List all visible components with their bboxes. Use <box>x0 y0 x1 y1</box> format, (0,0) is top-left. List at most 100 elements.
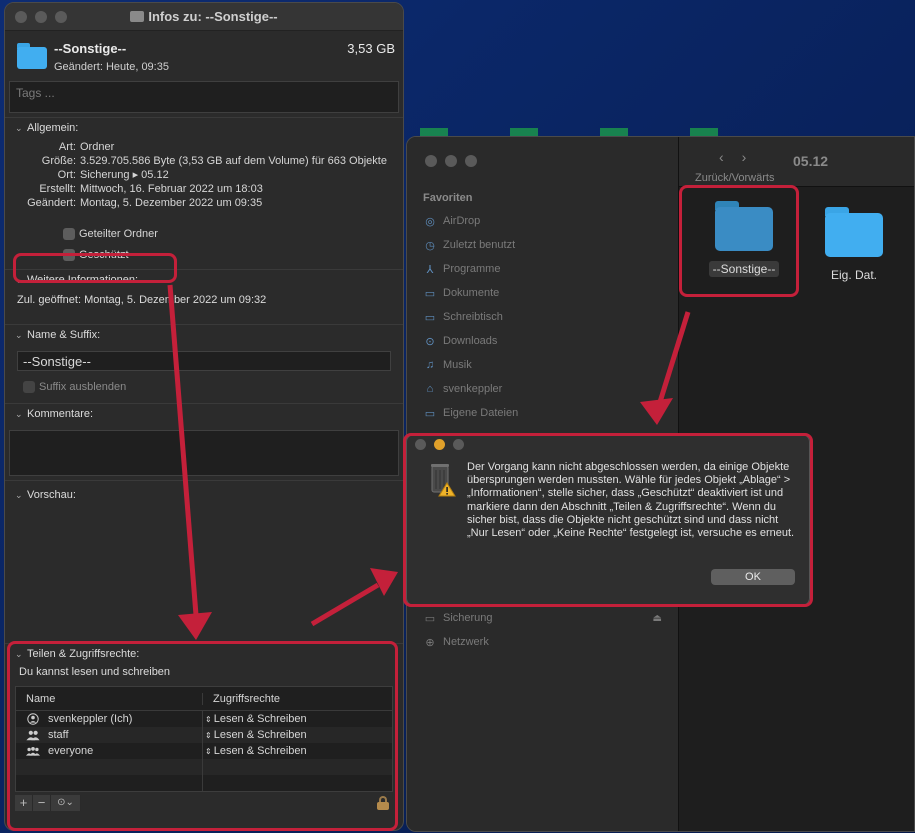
zoom-button[interactable] <box>453 438 464 450</box>
sidebar-item-label: Zuletzt benutzt <box>443 239 516 251</box>
table-header: Name Zugriffsrechte <box>16 687 392 711</box>
stepper-icon[interactable]: ⇕ <box>205 731 212 740</box>
minimize-button[interactable] <box>445 155 457 167</box>
created-value: Mittwoch, 16. Februar 2022 um 18:03 <box>80 183 263 195</box>
name-field[interactable]: --Sonstige-- <box>17 351 391 371</box>
section-name-ext-heading: Name & Suffix: <box>27 329 101 341</box>
chevron-down-icon: ⌄ <box>15 122 23 133</box>
where-value: Sicherung ▸ 05.12 <box>80 169 169 181</box>
kind-value: Ordner <box>80 141 115 153</box>
checkbox[interactable] <box>63 228 75 240</box>
table-row[interactable]: svenkeppler (Ich) ⇕ Lesen & Schreiben <box>16 711 392 727</box>
lock-icon[interactable] <box>377 796 389 810</box>
apps-icon: ⅄ <box>426 263 434 276</box>
info-window: Infos zu: --Sonstige-- --Sonstige-- Geän… <box>4 2 404 831</box>
group-name: everyone <box>48 745 94 757</box>
tags-input[interactable]: Tags ... <box>9 81 399 113</box>
sidebar-item-network[interactable]: ⊕ Netzwerk <box>423 630 493 654</box>
privilege-value[interactable]: Lesen & Schreiben <box>214 713 307 725</box>
section-general[interactable]: ⌄ Allgemein: <box>5 118 403 138</box>
item-name: --Sonstige-- <box>54 41 127 56</box>
close-button[interactable] <box>425 155 437 167</box>
comments-input[interactable] <box>9 430 399 476</box>
sidebar-item-documents[interactable]: ▭ Dokumente <box>423 281 518 305</box>
section-sharing[interactable]: ⌄ Teilen & Zugriffsrechte: <box>5 644 403 664</box>
favorites-heading: Favoriten <box>423 192 473 204</box>
chevron-down-icon: ⌄ <box>15 648 23 659</box>
chevron-down-icon: ⌄ <box>15 408 23 419</box>
item-size: 3,53 GB <box>347 41 395 56</box>
zoom-button[interactable] <box>465 155 477 167</box>
folder-item[interactable]: Eig. Dat. <box>799 207 909 283</box>
clock-icon: ◷ <box>425 239 435 252</box>
privilege-value[interactable]: Lesen & Schreiben <box>214 729 307 741</box>
minimize-button[interactable] <box>434 438 445 450</box>
sidebar-item-recents[interactable]: ◷ Zuletzt benutzt <box>423 233 518 257</box>
folder-icon <box>17 43 47 69</box>
folder-item-selected[interactable]: --Sonstige-- <box>689 201 799 277</box>
where-label: Ort: <box>57 169 76 181</box>
trash-warning-icon <box>427 461 457 497</box>
section-preview[interactable]: ⌄ Vorschau: <box>5 485 403 505</box>
close-button[interactable] <box>415 438 426 450</box>
group-name: staff <box>48 729 69 741</box>
shared-folder-checkbox[interactable]: Geteilter Ordner <box>5 224 403 244</box>
sidebar-item-label: Programme <box>443 263 501 275</box>
user-icon <box>26 713 40 725</box>
airdrop-icon: ◎ <box>425 215 435 228</box>
table-row[interactable]: staff ⇕ Lesen & Schreiben <box>16 727 392 743</box>
section-more-info[interactable]: ⌄ Weitere Informationen: <box>5 270 403 290</box>
sidebar-item-label: Schreibtisch <box>443 311 503 323</box>
action-menu-button[interactable]: ⊙⌄ <box>51 795 81 811</box>
section-sharing-heading: Teilen & Zugriffsrechte: <box>27 648 140 660</box>
folder-icon <box>825 207 883 257</box>
hide-extension-label: Suffix ausblenden <box>39 381 127 393</box>
sharing-section: ⌄ Teilen & Zugriffsrechte: Du kannst lese… <box>5 643 403 812</box>
sidebar-item-applications[interactable]: ⅄ Programme <box>423 257 518 281</box>
sidebar-item-label: Sicherung <box>443 612 493 624</box>
sidebar-item-home[interactable]: ⌂ svenkeppler <box>423 377 518 401</box>
forward-icon[interactable]: › <box>742 149 747 165</box>
size-value: 3.529.705.586 Byte (3,53 GB auf dem Volu… <box>80 155 387 167</box>
checkbox[interactable] <box>63 249 75 261</box>
table-row-empty <box>16 759 392 775</box>
locked-checkbox[interactable]: Geschützt <box>5 245 403 265</box>
hide-extension-checkbox[interactable]: Suffix ausblenden <box>5 377 403 397</box>
stepper-icon[interactable]: ⇕ <box>205 715 212 724</box>
back-icon[interactable]: ‹ <box>719 149 724 165</box>
section-general-heading: Allgemein: <box>27 122 79 134</box>
checkbox[interactable] <box>23 381 35 393</box>
sidebar-item-label: Netzwerk <box>443 636 489 648</box>
chevron-down-icon: ⌄ <box>15 274 23 285</box>
add-button[interactable]: + <box>15 795 33 811</box>
drive-icon: ▭ <box>424 612 436 625</box>
window-title: Infos zu: --Sonstige-- <box>5 9 403 24</box>
download-icon: ⊙ <box>425 335 435 348</box>
sidebar-item-desktop[interactable]: ▭ Schreibtisch <box>423 305 518 329</box>
stepper-icon[interactable]: ⇕ <box>205 747 212 756</box>
table-row[interactable]: everyone ⇕ Lesen & Schreiben <box>16 743 392 759</box>
general-details: Art: Ordner Größe: 3.529.705.586 Byte (3,5… <box>5 138 403 210</box>
last-opened: Zul. geöffnet: Montag, 5. Dezember 2022 … <box>17 294 267 306</box>
alert-titlebar <box>407 435 809 453</box>
sidebar-item-own-files[interactable]: ▭ Eigene Dateien <box>423 401 518 425</box>
sidebar-item-backup[interactable]: ▭ Sicherung <box>423 606 493 630</box>
sidebar-item-label: svenkeppler <box>443 383 503 395</box>
folder-icon <box>130 11 145 22</box>
sidebar-item-label: Musik <box>443 359 472 371</box>
column-privilege[interactable]: Zugriffsrechte <box>202 692 392 705</box>
eject-icon[interactable]: ⏏ <box>653 613 662 624</box>
privilege-value[interactable]: Lesen & Schreiben <box>214 745 307 757</box>
sidebar-item-downloads[interactable]: ⊙ Downloads <box>423 329 518 353</box>
column-name[interactable]: Name <box>16 693 202 705</box>
section-comments[interactable]: ⌄ Kommentare: <box>5 404 403 424</box>
section-name-ext[interactable]: ⌄ Name & Suffix: <box>5 325 403 345</box>
sidebar-item-airdrop[interactable]: ◎ AirDrop <box>423 209 518 233</box>
desktop-icon: ▭ <box>424 311 436 324</box>
folder-icon <box>715 201 773 251</box>
ok-button[interactable]: OK <box>711 569 795 585</box>
remove-button[interactable]: − <box>33 795 51 811</box>
user-name: svenkeppler (Ich) <box>48 713 133 725</box>
sidebar-item-music[interactable]: ♫ Musik <box>423 353 518 377</box>
kind-label: Art: <box>58 141 76 153</box>
